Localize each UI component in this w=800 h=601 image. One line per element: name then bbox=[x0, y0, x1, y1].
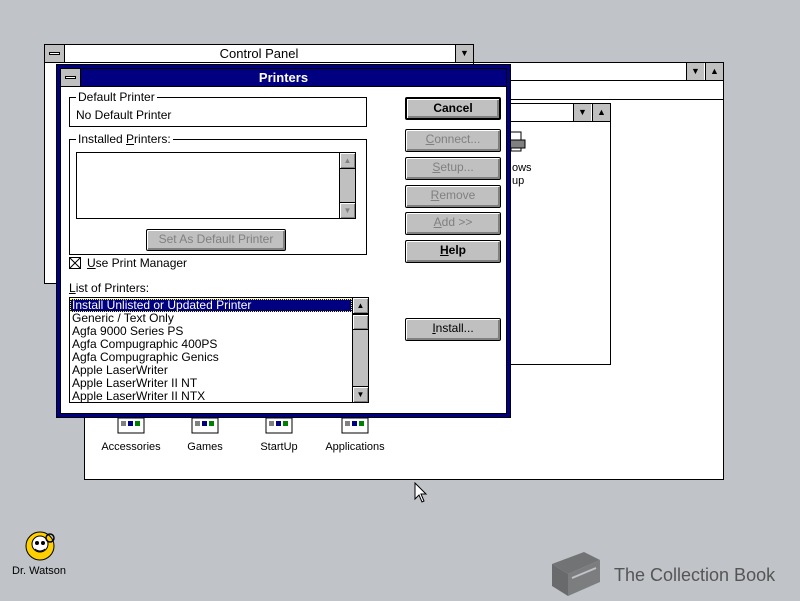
installed-printers-label: Installed Printers: bbox=[76, 132, 173, 146]
minimize-button[interactable]: ▼ bbox=[686, 63, 704, 80]
group-minimize-button[interactable]: ▼ bbox=[573, 104, 591, 121]
scroll-down-arrow[interactable]: ▼ bbox=[353, 386, 368, 402]
printers-title: Printers bbox=[258, 70, 309, 85]
watermark-text: The Collection Book bbox=[614, 565, 776, 585]
group-maximize-button[interactable]: ▲ bbox=[592, 104, 610, 121]
installed-printers-list[interactable]: ▲ ▼ bbox=[76, 152, 356, 219]
partial-icon-label-2: up bbox=[512, 175, 525, 187]
mouse-cursor-icon bbox=[414, 481, 428, 507]
installed-printers-group: Installed Printers: ▲ ▼ Set As Default P… bbox=[69, 132, 367, 255]
connect-button[interactable]: Connect... bbox=[405, 129, 501, 152]
partial-icon-label-1: ows bbox=[512, 162, 532, 174]
program-group-label: StartUp bbox=[260, 441, 298, 453]
program-group-label: Accessories bbox=[101, 441, 161, 453]
use-print-manager-label[interactable]: Use Print Manager bbox=[87, 256, 187, 270]
help-button[interactable]: Help bbox=[405, 240, 501, 263]
setup-button[interactable]: Setup... bbox=[405, 157, 501, 180]
control-panel-minimize-button[interactable]: ▼ bbox=[455, 45, 473, 62]
installed-printers-scrollbar[interactable]: ▲ ▼ bbox=[339, 153, 355, 218]
remove-button[interactable]: Remove bbox=[405, 185, 501, 208]
scroll-thumb[interactable] bbox=[353, 314, 368, 330]
list-item[interactable]: Apple LaserWriter II NTX bbox=[70, 390, 352, 403]
use-print-manager-checkbox[interactable] bbox=[69, 257, 81, 269]
book-icon bbox=[548, 550, 602, 601]
scroll-up-arrow[interactable]: ▲ bbox=[340, 153, 355, 169]
default-printer-value: No Default Printer bbox=[76, 108, 172, 122]
printers-titlebar[interactable]: Printers bbox=[61, 69, 506, 87]
install-button[interactable]: Install... bbox=[405, 318, 501, 341]
checkmark-icon bbox=[70, 258, 80, 268]
program-group-label: Applications bbox=[325, 441, 385, 453]
default-printer-label: Default Printer bbox=[76, 90, 157, 104]
dr-watson-icon[interactable] bbox=[24, 530, 56, 562]
add-button[interactable]: Add >> bbox=[405, 212, 501, 235]
control-panel-titlebar[interactable]: Control Panel bbox=[45, 45, 473, 63]
control-panel-system-menu[interactable] bbox=[45, 45, 65, 62]
set-default-printer-button[interactable]: Set As Default Printer bbox=[146, 229, 286, 251]
printers-dialog: Printers Default Printer No Default Prin… bbox=[56, 64, 511, 418]
list-of-printers-label: List of Printers: bbox=[69, 281, 150, 295]
control-panel-title: Control Panel bbox=[219, 46, 299, 61]
program-group-label: Games bbox=[187, 441, 223, 453]
dr-watson-label: Dr. Watson bbox=[12, 565, 66, 577]
maximize-button[interactable]: ▲ bbox=[705, 63, 723, 80]
scroll-down-arrow[interactable]: ▼ bbox=[340, 202, 355, 218]
printers-system-menu[interactable] bbox=[61, 69, 81, 86]
list-of-printers[interactable]: Install Unlisted or Updated Printer Gener… bbox=[69, 297, 369, 403]
printer-list-scrollbar[interactable]: ▲ ▼ bbox=[352, 298, 368, 402]
cancel-button[interactable]: Cancel bbox=[405, 97, 501, 120]
default-printer-group: Default Printer No Default Printer bbox=[69, 90, 367, 127]
scroll-up-arrow[interactable]: ▲ bbox=[353, 298, 368, 314]
